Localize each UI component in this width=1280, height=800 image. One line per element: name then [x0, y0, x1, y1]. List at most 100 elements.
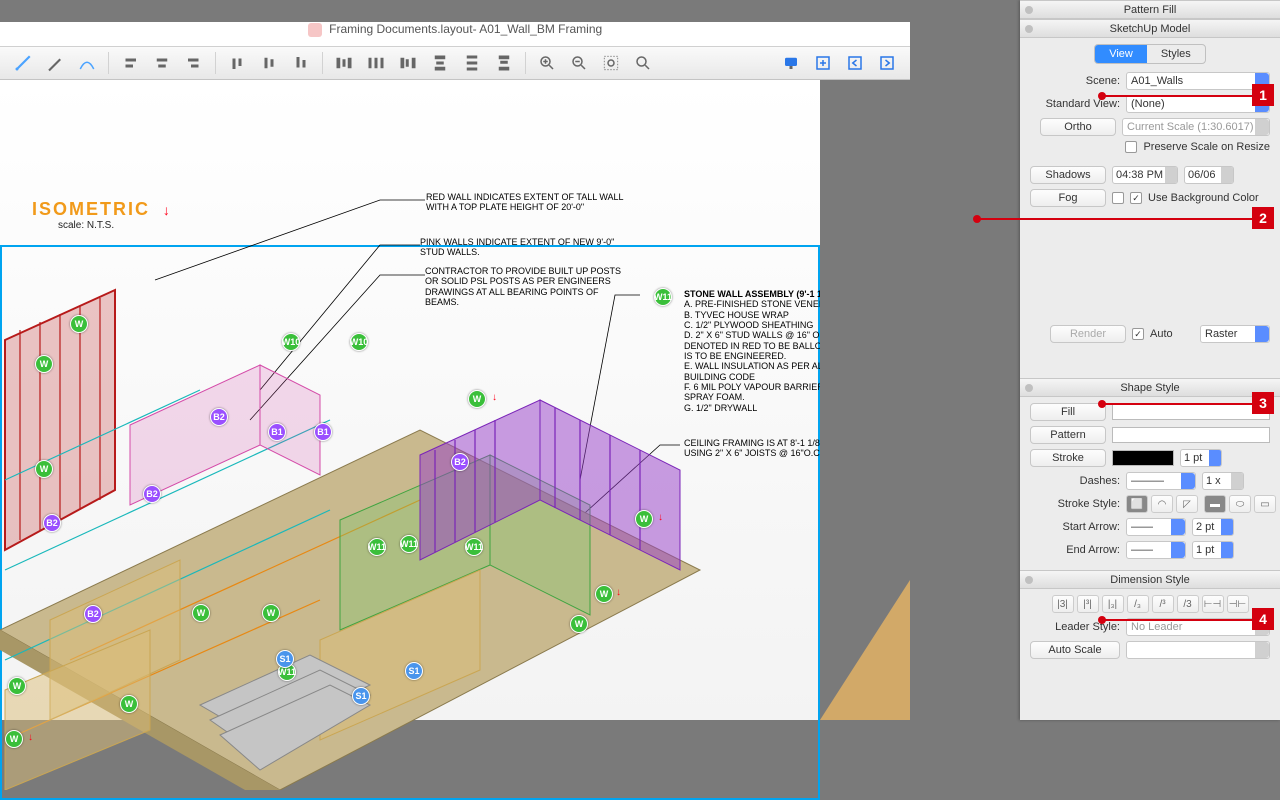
- render-mode-select[interactable]: Raster: [1200, 325, 1270, 343]
- tag-b2: B2: [43, 514, 61, 532]
- align-center-h-icon[interactable]: [149, 50, 175, 76]
- fill-toggle[interactable]: Fill: [1030, 403, 1106, 421]
- align-left-icon[interactable]: [117, 50, 143, 76]
- window-title: Framing Documents.layout- A01_Wall_BM Fr…: [329, 22, 602, 36]
- corner-miter-icon[interactable]: ⬜: [1126, 495, 1148, 513]
- tag-w: W: [262, 604, 280, 622]
- main-toolbar: [0, 46, 910, 80]
- shadow-date[interactable]: 06/06: [1184, 166, 1234, 184]
- current-scale[interactable]: Current Scale (1:30.6017): [1122, 118, 1270, 136]
- zoom-out-icon[interactable]: [566, 50, 592, 76]
- tag-w10: W10: [350, 333, 368, 351]
- start-arrow-label: Start Arrow:: [1030, 521, 1120, 533]
- distribute-h3-icon[interactable]: [395, 50, 421, 76]
- pencil-icon[interactable]: [42, 50, 68, 76]
- dashes-select[interactable]: ———: [1126, 472, 1196, 490]
- render-button[interactable]: Render: [1050, 325, 1126, 343]
- page-add-icon[interactable]: [810, 50, 836, 76]
- use-bg-checkbox[interactable]: ✓: [1130, 192, 1142, 204]
- zoom-in-icon[interactable]: [534, 50, 560, 76]
- model-tabs[interactable]: View Styles: [1094, 44, 1206, 64]
- tab-styles[interactable]: Styles: [1147, 45, 1205, 63]
- pen-curve-icon[interactable]: [74, 50, 100, 76]
- dim-align-2-icon[interactable]: |³|: [1077, 595, 1099, 613]
- drawing-canvas[interactable]: ISOMETRIC ↓ scale: N.T.S. RED WALL INDIC…: [0, 80, 910, 720]
- dim-align-3-icon[interactable]: |₃|: [1102, 595, 1124, 613]
- pattern-swatch[interactable]: [1112, 427, 1270, 443]
- note-redwall: RED WALL INDICATES EXTENT OF TALL WALL W…: [426, 192, 636, 213]
- align-top-icon[interactable]: [224, 50, 250, 76]
- paper-edge: [820, 80, 910, 720]
- callout-line-4: [1102, 619, 1252, 621]
- tag-b2: B2: [451, 453, 469, 471]
- cap-style-group: ▬ ⬭ ▭: [1204, 495, 1276, 513]
- inspector-panels: Pattern Fill SketchUp Model View Styles …: [1020, 0, 1280, 720]
- auto-render-checkbox[interactable]: ✓: [1132, 328, 1144, 340]
- stroke-swatch[interactable]: [1112, 450, 1174, 466]
- stdview-select[interactable]: (None): [1126, 95, 1270, 113]
- align-right-icon[interactable]: [181, 50, 207, 76]
- shadows-toggle[interactable]: Shadows: [1030, 166, 1106, 184]
- auto-scale-toggle[interactable]: Auto Scale: [1030, 641, 1120, 659]
- preserve-scale-checkbox[interactable]: [1125, 141, 1137, 153]
- callout-line-3: [1102, 403, 1252, 405]
- start-arrow-size[interactable]: 2 pt: [1192, 518, 1234, 536]
- cap-square-icon[interactable]: ▭: [1254, 495, 1276, 513]
- end-arrow-select[interactable]: ——: [1126, 541, 1186, 559]
- distribute-v1-icon[interactable]: [427, 50, 453, 76]
- dashes-mult[interactable]: 1 x: [1202, 472, 1244, 490]
- dim-align-1-icon[interactable]: |3|: [1052, 595, 1074, 613]
- cap-flat-icon[interactable]: ▬: [1204, 495, 1226, 513]
- cap-round-icon[interactable]: ⬭: [1229, 495, 1251, 513]
- shadow-time[interactable]: 04:38 PM: [1112, 166, 1178, 184]
- present-icon[interactable]: [778, 50, 804, 76]
- dim-slash-1-icon[interactable]: /₃: [1127, 595, 1149, 613]
- stroke-width[interactable]: 1 pt: [1180, 449, 1222, 467]
- ortho-toggle[interactable]: Ortho: [1040, 118, 1116, 136]
- distribute-h1-icon[interactable]: [331, 50, 357, 76]
- distribute-h2-icon[interactable]: [363, 50, 389, 76]
- tag-w: W: [70, 315, 88, 333]
- corner-style-group: ⬜ ◠ ◸: [1126, 495, 1198, 513]
- distribute-v3-icon[interactable]: [491, 50, 517, 76]
- sketchup-model-header[interactable]: SketchUp Model: [1020, 19, 1280, 38]
- corner-bevel-icon[interactable]: ◸: [1176, 495, 1198, 513]
- dim-out-icon[interactable]: ⊢⊣: [1202, 595, 1224, 613]
- distribute-v2-icon[interactable]: [459, 50, 485, 76]
- tag-w11: W11: [465, 538, 483, 556]
- document-viewport: Framing Documents.layout- A01_Wall_BM Fr…: [0, 0, 910, 720]
- dim-scale-select[interactable]: [1126, 641, 1270, 659]
- dim-slash-3-icon[interactable]: /3: [1177, 595, 1199, 613]
- dim-in-icon[interactable]: ⊣⊢: [1227, 595, 1249, 613]
- corner-round-icon[interactable]: ◠: [1151, 495, 1173, 513]
- zoom-actual-icon[interactable]: [630, 50, 656, 76]
- start-arrow-select[interactable]: ——: [1126, 518, 1186, 536]
- stroke-style-label: Stroke Style:: [1030, 498, 1120, 510]
- align-bottom-icon[interactable]: [288, 50, 314, 76]
- pattern-toggle[interactable]: Pattern: [1030, 426, 1106, 444]
- paper-corner: [820, 580, 910, 720]
- tag-w11: W11: [368, 538, 386, 556]
- fog-color-chip[interactable]: [1112, 192, 1124, 204]
- dimension-style-header[interactable]: Dimension Style: [1020, 570, 1280, 589]
- page-prev-icon[interactable]: [842, 50, 868, 76]
- note-pinkwall: PINK WALLS INDICATE EXTENT OF NEW 9'-0" …: [420, 237, 630, 258]
- end-arrow-size[interactable]: 1 pt: [1192, 541, 1234, 559]
- fog-toggle[interactable]: Fog: [1030, 189, 1106, 207]
- fill-swatch[interactable]: [1112, 404, 1270, 420]
- stroke-toggle[interactable]: Stroke: [1030, 449, 1106, 467]
- sketchup-model-panel: View Styles Scene: A01_Walls Standard Vi…: [1020, 38, 1280, 378]
- align-middle-v-icon[interactable]: [256, 50, 282, 76]
- page-next-icon[interactable]: [874, 50, 900, 76]
- tab-view[interactable]: View: [1095, 45, 1147, 63]
- tag-w10: W10: [282, 333, 300, 351]
- pen-color-icon[interactable]: [10, 50, 36, 76]
- scene-select[interactable]: A01_Walls: [1126, 72, 1270, 90]
- shape-style-header[interactable]: Shape Style: [1020, 378, 1280, 397]
- zoom-extents-icon[interactable]: [598, 50, 624, 76]
- callout-1: 1: [1252, 84, 1274, 106]
- tag-w: W: [192, 604, 210, 622]
- tag-w: W: [468, 390, 486, 408]
- pattern-fill-header[interactable]: Pattern Fill: [1020, 0, 1280, 19]
- dim-slash-2-icon[interactable]: /³: [1152, 595, 1174, 613]
